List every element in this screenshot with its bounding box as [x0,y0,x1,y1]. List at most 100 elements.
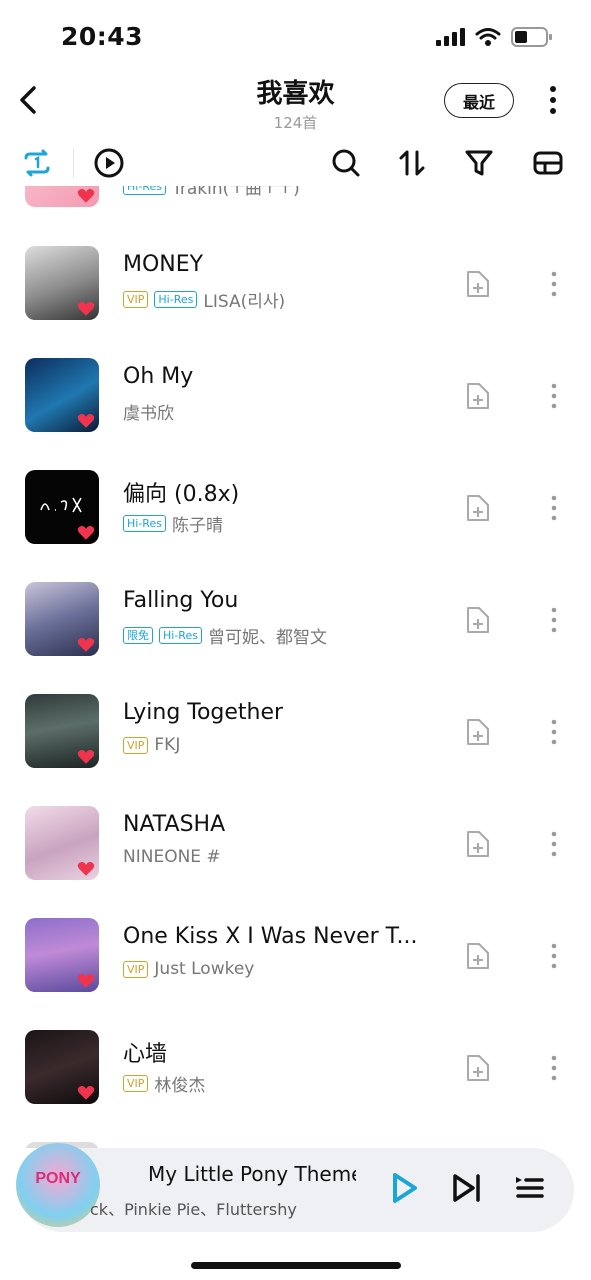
song-row[interactable]: MONEY VIP Hi-Res LISA(리사) [0,246,591,358]
heart-icon [77,414,95,428]
search-button[interactable] [329,146,363,180]
more-vertical-icon [551,607,557,633]
song-more-button[interactable] [544,1053,564,1083]
sort-button[interactable] [395,146,429,180]
song-artist: FKJ [154,735,181,755]
play-button[interactable] [386,1170,422,1206]
song-artist: Trakin(ㅜ曲ㅜㅜ) [171,186,300,199]
song-row[interactable]: Oh My 虞书欣 [0,358,591,470]
song-artist: 虞书欣 [123,404,174,424]
layout-button[interactable] [531,146,565,180]
more-options-button[interactable] [538,84,568,116]
song-more-button[interactable] [544,493,564,523]
signal-icon [436,28,465,46]
add-to-playlist-button[interactable] [463,493,493,523]
album-cover [25,918,99,992]
more-vertical-icon [551,495,557,521]
next-button[interactable] [449,1170,485,1206]
song-row[interactable]: NATASHA NINEONE # [0,806,591,918]
heart-icon [77,189,95,203]
album-cover [25,582,99,656]
add-to-playlist-button[interactable] [463,381,493,411]
recent-button[interactable]: 最近 [444,83,514,118]
song-artist: 陈子晴 [171,516,223,536]
play-mode-button[interactable] [20,146,54,180]
vip-tag: VIP [123,291,149,308]
status-icons [435,26,553,48]
song-title: 偏向 (0.8x) [123,482,240,507]
song-row[interactable]: Falling You 限免 Hi-Res 曾可妮、都智文 [0,582,591,694]
header: 我喜欢 124首 最近 [0,70,591,135]
heart-icon [77,750,95,764]
more-vertical-icon [551,831,557,857]
song-meta: Hi-Res Trakin(ㅜ曲ㅜㅜ) [123,186,300,199]
battery-icon [511,27,552,47]
album-cover [25,806,99,880]
song-meta: 虞书欣 [123,399,174,424]
add-to-playlist-button[interactable] [463,1053,493,1083]
home-indicator [191,1262,401,1269]
song-row[interactable]: One Kiss X I Was Never T... VIP Just Low… [0,918,591,1030]
song-more-button[interactable] [544,269,564,299]
song-meta: VIP Hi-Res LISA(리사) [123,287,285,312]
cover-art-icon: PONY [35,1170,81,1187]
song-more-button[interactable] [544,605,564,635]
mini-player[interactable]: PONY My Little Pony Theme ck、Pinkie Pie、… [16,1143,574,1232]
playlist-button[interactable] [512,1170,548,1206]
add-to-playlist-button[interactable] [463,941,493,971]
song-meta: VIP Just Lowkey [123,959,254,979]
song-list[interactable]: Hi-Res Trakin(ㅜ曲ㅜㅜ) MONEY VIP Hi-Res LIS… [0,186,591,1148]
play-all-button[interactable] [92,146,126,180]
song-title: Falling You [123,588,239,613]
song-title: Oh My [123,364,194,389]
add-to-playlist-icon [467,1055,489,1081]
add-to-playlist-icon [467,719,489,745]
wifi-icon [475,28,501,46]
add-to-playlist-button[interactable] [463,717,493,747]
song-title: Lying Together [123,700,284,725]
shuffle-loop-icon [24,149,50,177]
song-row[interactable]: 心墙 VIP 林俊杰 [0,1030,591,1142]
filter-icon [465,150,493,176]
song-title: 心墙 [123,1042,168,1067]
add-to-playlist-icon [467,607,489,633]
add-to-playlist-icon [467,831,489,857]
hires-tag: Hi-Res [123,186,166,195]
more-vertical-icon [551,719,557,745]
toolbar-divider [73,148,74,178]
cover-text: PONY [35,1170,81,1187]
playlist-icon [516,1177,544,1198]
hires-tag: Hi-Res [159,627,202,644]
heart-icon [77,302,95,316]
add-to-playlist-button[interactable] [463,829,493,859]
player-cover[interactable]: PONY [16,1143,100,1227]
song-more-button[interactable] [544,717,564,747]
add-to-playlist-button[interactable] [463,605,493,635]
song-artist: Just Lowkey [154,959,255,979]
song-title: One Kiss X I Was Never T... [123,924,418,949]
more-vertical-icon [551,1055,557,1081]
song-meta: VIP 林俊杰 [123,1071,205,1096]
album-cover [25,186,99,207]
filter-button[interactable] [462,146,496,180]
heart-icon [77,638,95,652]
more-vertical-icon [550,86,556,114]
play-icon [393,1173,417,1203]
status-time: 20:43 [61,22,144,51]
album-cover [25,1030,99,1104]
sort-icon [399,150,425,176]
song-meta: VIP FKJ [123,735,180,755]
song-more-button[interactable] [544,941,564,971]
free-tag: 限免 [123,627,153,644]
toolbar [0,140,591,186]
song-more-button[interactable] [544,381,564,411]
song-more-button[interactable] [544,829,564,859]
song-row[interactable]: Hi-Res Trakin(ㅜ曲ㅜㅜ) [0,186,591,245]
vip-tag: VIP [123,1075,149,1092]
song-artist: 林俊杰 [154,1076,206,1096]
play-circle-icon [94,148,124,178]
song-row[interactable]: 偏向 (0.8x) Hi-Res 陈子晴 [0,470,591,582]
add-to-playlist-button[interactable] [463,269,493,299]
song-row[interactable]: Lying Together VIP FKJ [0,694,591,806]
add-to-playlist-icon [467,495,489,521]
